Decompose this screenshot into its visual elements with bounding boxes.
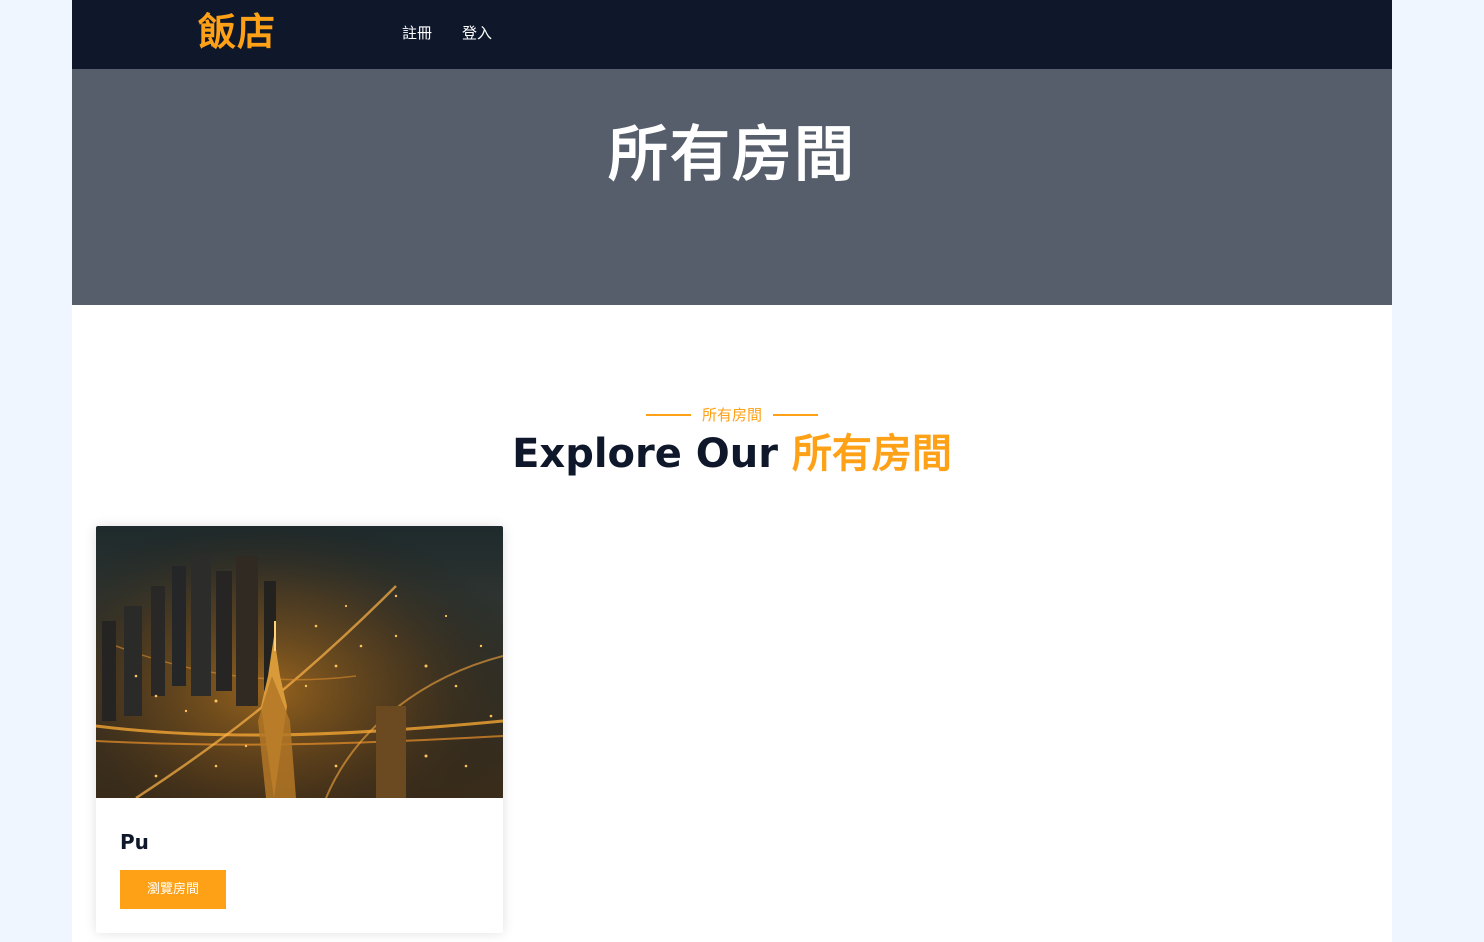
section-title: Explore Our 所有房間 [72,428,1392,480]
page-container: 飯店 註冊 登入 所有房間 所有房間 Explore Our 所有房間 Pu 瀏… [72,0,1392,942]
page-header-banner: 所有房間 [72,69,1392,305]
view-room-button[interactable]: 瀏覽房間 [120,870,226,909]
brand-logo[interactable]: 飯店 [198,6,276,58]
page-title: 所有房間 [608,120,856,190]
room-name: Pu [120,830,149,854]
city-night-skyline-photo [96,526,503,798]
section-subtitle-text: 所有房間 [701,406,762,424]
room-card: Pu 瀏覽房間 [96,526,503,933]
nav-link-login[interactable]: 登入 [462,22,492,44]
nav-link-register[interactable]: 註冊 [402,22,432,44]
top-navbar: 飯店 註冊 登入 [72,0,1392,69]
section-subtitle: 所有房間 [72,400,1392,426]
subtitle-right-line [773,414,818,416]
section-title-prefix: Explore Our [512,431,778,477]
section-title-accent: 所有房間 [791,431,952,477]
subtitle-left-line [645,414,691,416]
